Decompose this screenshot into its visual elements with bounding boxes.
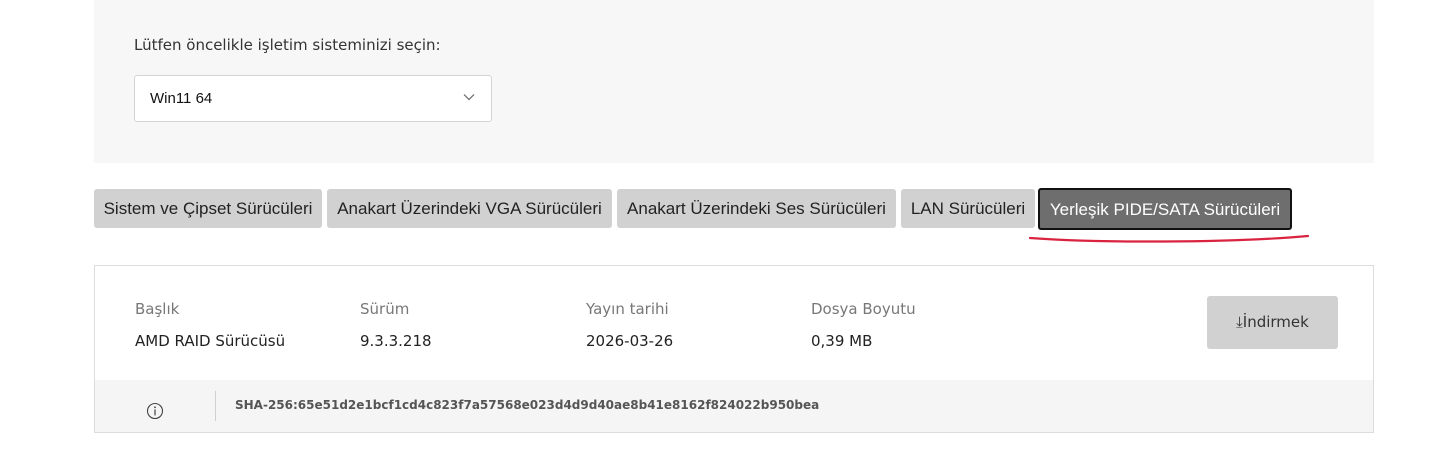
driver-version: 9.3.3.218 <box>360 332 432 350</box>
annotation-underline <box>1028 234 1310 243</box>
header-release-date: Yayın tarihi <box>586 300 669 318</box>
download-button[interactable]: ⤓İndirmek <box>1207 296 1338 349</box>
hash-bar: SHA-256:65e51d2e1bcf1cd4c823f7a57568e023… <box>95 380 1373 432</box>
driver-release-date: 2026-03-26 <box>586 332 674 350</box>
driver-file-size: 0,39 MB <box>811 332 873 350</box>
os-selector-panel: Lütfen öncelikle işletim sisteminizi seç… <box>94 0 1374 163</box>
info-icon[interactable] <box>146 402 164 420</box>
header-title: Başlık <box>135 300 180 318</box>
header-file-size: Dosya Boyutu <box>811 300 916 318</box>
tab-system-chipset[interactable]: Sistem ve Çipset Sürücüleri <box>94 189 322 228</box>
hash-divider <box>215 391 216 421</box>
sha256-hash: SHA-256:65e51d2e1bcf1cd4c823f7a57568e023… <box>235 398 820 412</box>
tab-pide-sata[interactable]: Yerleşik PIDE/SATA Sürücüleri <box>1038 188 1292 230</box>
chevron-down-icon <box>463 94 475 101</box>
os-select-dropdown[interactable]: Win11 64 <box>134 75 492 122</box>
tab-onboard-audio[interactable]: Anakart Üzerindeki Ses Sürücüleri <box>617 189 896 228</box>
os-selector-label: Lütfen öncelikle işletim sisteminizi seç… <box>134 36 441 54</box>
header-version: Sürüm <box>360 300 410 318</box>
driver-title: AMD RAID Sürücüsü <box>135 332 286 350</box>
tab-onboard-vga[interactable]: Anakart Üzerindeki VGA Sürücüleri <box>327 189 612 228</box>
driver-card: Başlık Sürüm Yayın tarihi Dosya Boyutu A… <box>94 265 1374 433</box>
os-select-value: Win11 64 <box>150 90 213 107</box>
tab-lan[interactable]: LAN Sürücüleri <box>901 189 1035 228</box>
